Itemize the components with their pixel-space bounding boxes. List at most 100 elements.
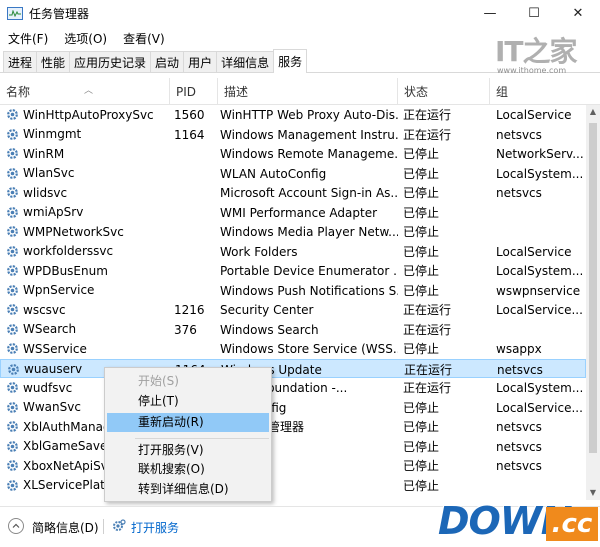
service-status: 已停止 [403,264,440,278]
minimize-button[interactable]: — [468,0,512,27]
service-group: LocalSystem... [496,264,584,278]
service-status: 已停止 [403,147,440,161]
fewer-details-link[interactable]: 简略信息(D) [32,519,99,536]
table-row[interactable]: workfolderssvc Work Folders 已停止 LocalServic… [0,242,586,262]
tab-startup[interactable]: 启动 [150,51,185,72]
menu-file[interactable]: 文件(F) [2,30,54,47]
context-menu-restart[interactable]: 重新启动(R) [107,413,269,432]
service-name: WPDBusEnum [23,263,108,278]
service-pid: 376 [174,322,197,337]
open-services-link[interactable]: 打开服务 [131,519,179,536]
close-button[interactable]: ✕ [556,0,600,27]
column-header-pid[interactable]: PID [170,78,218,105]
tab-performance[interactable]: 性能 [36,51,71,72]
context-menu-go-to-details[interactable]: 转到详细信息(D) [107,480,269,499]
table-header: 名称 ︿ PID 描述 状态 组 [0,78,600,105]
service-name: WSService [23,341,87,356]
table-row[interactable]: XblGameSave游戏保存已停止netsvcs [0,437,586,457]
service-name: WwanSvc [23,400,81,415]
table-row[interactable]: WinRM Windows Remote Manageme... 已停止 Networ… [0,144,586,164]
service-status: 已停止 [403,244,440,259]
table-row[interactable]: WSearch 376 Windows Search 正在运行 [0,320,586,340]
menu-options[interactable]: 选项(O) [58,30,113,47]
services-gear-icon [113,519,126,531]
table-row[interactable]: Winmgmt 1164 Windows Management Instru... 正… [0,125,586,145]
service-gear-icon [7,206,18,218]
column-header-group[interactable]: 组 [490,78,600,105]
context-menu-search-online[interactable]: 联机搜索(O) [107,460,269,479]
service-group: netsvcs [496,186,542,200]
scrollbar-thumb[interactable] [589,123,597,453]
context-menu-stop[interactable]: 停止(T) [107,392,269,411]
column-header-description[interactable]: 描述 [218,78,398,105]
table-row[interactable]: WinHttpAutoProxySvc 1560 WinHTTP Web Proxy… [0,105,586,125]
service-status: 已停止 [403,186,440,200]
services-table: 名称 ︿ PID 描述 状态 组 WinHttpAutoProxySvc 1560… [0,78,600,498]
tab-details[interactable]: 详细信息 [216,51,275,72]
table-row[interactable]: XboxNetApiSvc网络服务已停止netsvcs [0,456,586,476]
service-pid [170,281,218,301]
table-row[interactable]: wlidsvc Microsoft Account Sign-in As... 已停… [0,183,586,203]
menu-view[interactable]: 查看(V) [117,30,171,47]
column-header-status[interactable]: 状态 [398,78,490,105]
vertical-scrollbar[interactable]: ▲ ▼ [586,105,600,500]
service-name: wmiApSrv [23,205,84,220]
table-row[interactable]: XblAuthManage身份验证管理器已停止netsvcs [0,417,586,437]
service-group [490,320,586,340]
table-row[interactable]: WlanSvc WLAN AutoConfig 已停止 LocalSystem... [0,164,586,184]
service-name-cell: workfolderssvc [0,242,170,262]
table-row[interactable]: wudfsvc Driver Foundation -... 正在运行 LocalSy… [0,378,586,398]
service-gear-icon [7,440,18,452]
scroll-down-arrow-icon[interactable]: ▼ [586,486,600,500]
scroll-up-arrow-icon[interactable]: ▲ [586,105,600,119]
tab-app-history[interactable]: 应用历史记录 [69,51,152,72]
table-row[interactable]: WSService Windows Store Service (WSS... 已停… [0,339,586,359]
table-row[interactable]: WPDBusEnum Portable Device Enumerator ...… [0,261,586,281]
service-status: 正在运行 [403,108,452,122]
service-name: WMPNetworkSvc [23,224,124,239]
down-cc-watermark: DOWN .cc [438,499,600,547]
service-gear-icon [7,109,18,121]
service-status: 已停止 [403,420,440,434]
service-description: WMI Performance Adapter [220,205,378,220]
table-row[interactable]: WMPNetworkSvc Windows Media Player Netw..… [0,222,586,242]
context-menu-start[interactable]: 开始(S) [107,372,269,391]
service-gear-icon [7,128,18,140]
service-group [490,476,586,496]
service-status: 已停止 [403,166,440,181]
context-menu-open-services[interactable]: 打开服务(V) [107,441,269,460]
tab-services[interactable]: 服务 [273,49,308,73]
service-name: workfolderssvc [23,244,114,259]
table-row[interactable]: XLServicePlatfoPlatform已停止 [0,476,586,496]
service-group: netsvcs [496,459,542,473]
service-group: netsvcs [496,439,542,454]
chevron-up-icon[interactable] [8,518,24,534]
context-menu-separator [135,438,269,439]
service-name: WlanSvc [23,166,75,181]
ithome-url: www.ithome.com [497,66,567,75]
service-name: XboxNetApiSvc [23,458,115,473]
service-gear-icon [7,421,18,433]
sort-up-icon: ︿ [84,86,94,96]
service-gear-icon [7,284,18,296]
service-gear-icon [7,148,18,160]
table-row[interactable]: wscsvc 1216 Security Center 正在运行 LocalServic… [0,300,586,320]
service-gear-icon [7,304,18,316]
service-gear-icon [7,460,18,472]
table-row[interactable]: WwanSvcAutoConfig已停止LocalService... [0,398,586,418]
service-status: 正在运行 [404,362,453,377]
service-gear-icon [7,226,18,238]
service-group: LocalSystem... [496,166,584,181]
tab-users[interactable]: 用户 [183,51,218,72]
column-header-name[interactable]: 名称 ︿ [0,78,170,105]
table-row[interactable]: wuauserv1164Windows Update正在运行netsvcs [0,358,586,378]
service-group: netsvcs [496,420,542,434]
service-name-cell: WlanSvc [0,164,170,184]
service-gear-icon [7,479,18,491]
service-status: 已停止 [403,283,440,298]
service-group: wsappx [496,342,542,356]
maximize-button[interactable]: ☐ [512,0,556,27]
tab-processes[interactable]: 进程 [3,51,38,72]
table-row[interactable]: wmiApSrv WMI Performance Adapter 已停止 [0,203,586,223]
table-row[interactable]: WpnService Windows Push Notifications S..… [0,281,586,301]
